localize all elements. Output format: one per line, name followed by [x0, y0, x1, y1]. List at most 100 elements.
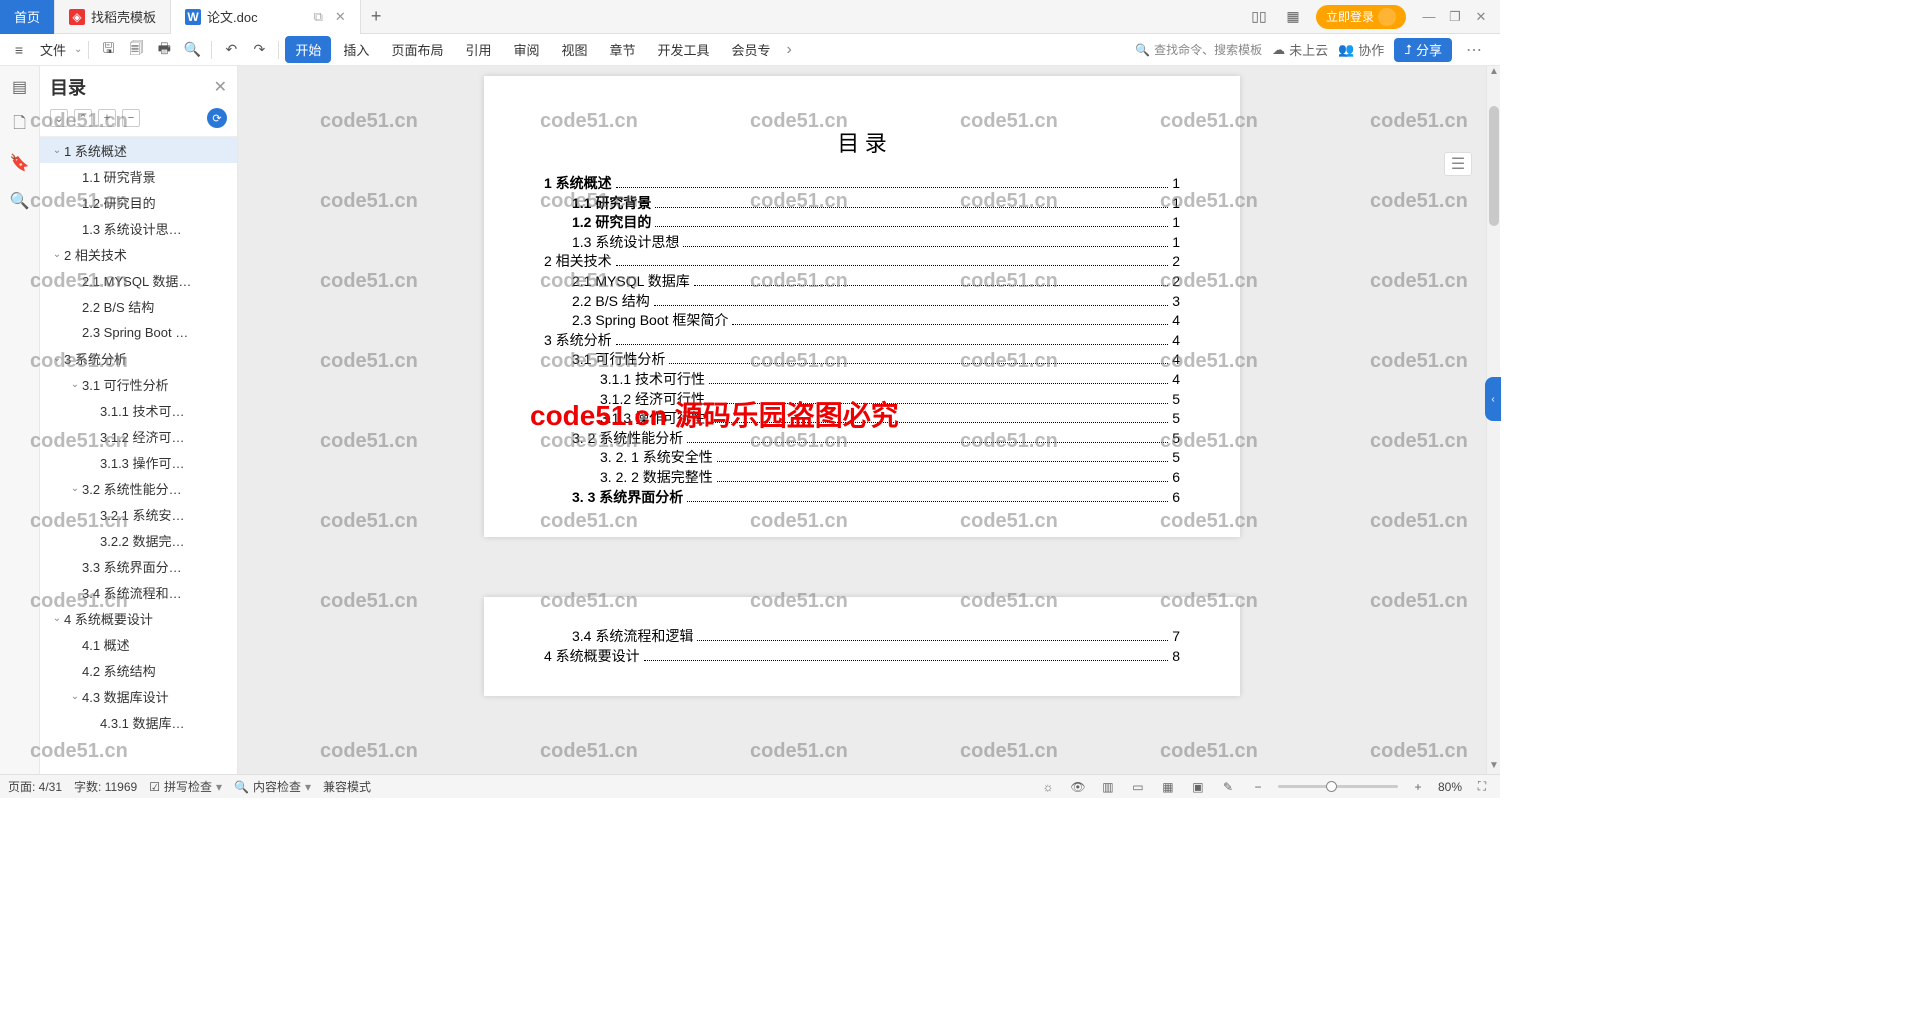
menu-引用[interactable]: 引用	[455, 36, 501, 63]
save-icon[interactable]: 🖫	[95, 37, 121, 63]
toc-item[interactable]: 3.2.2 数据完…	[40, 527, 237, 553]
toc-item[interactable]: ⌄3.1 可行性分析	[40, 371, 237, 397]
toc-item[interactable]: 2.2 B/S 结构	[40, 293, 237, 319]
toc-item[interactable]: 4.1 概述	[40, 631, 237, 657]
menu-插入[interactable]: 插入	[333, 36, 379, 63]
word-count[interactable]: 字数: 11969	[74, 778, 137, 795]
close-button[interactable]: ✕	[1470, 6, 1492, 28]
toc-item[interactable]: ⌄2 相关技术	[40, 241, 237, 267]
minimize-button[interactable]: —	[1418, 6, 1440, 28]
doc-toc-row[interactable]: 3. 2. 2 数据完整性6	[544, 468, 1180, 488]
toc-item[interactable]: 1.1 研究背景	[40, 163, 237, 189]
toc-item[interactable]: 3.1.3 操作可…	[40, 449, 237, 475]
toc-item[interactable]: ⌄4 系统概要设计	[40, 605, 237, 631]
fullscreen-icon[interactable]: ⛶	[1472, 777, 1492, 797]
search-input[interactable]: 🔍 查找命令、搜索模板	[1135, 41, 1262, 58]
undo-icon[interactable]: ↶	[218, 37, 244, 63]
remove-button[interactable]: −	[122, 109, 140, 127]
doc-toc-row[interactable]: 2.3 Spring Boot 框架简介4	[544, 311, 1180, 331]
menu-scroll-right[interactable]: ›	[783, 41, 796, 59]
find-icon[interactable]: 🔍	[7, 188, 33, 214]
page-indicator[interactable]: 页面: 4/31	[8, 778, 62, 795]
doc-toc-row[interactable]: 3 系统分析4	[544, 331, 1180, 351]
toc-item[interactable]: 4.3.1 数据库…	[40, 709, 237, 735]
coop-button[interactable]: 👥协作	[1338, 40, 1384, 59]
toc-item[interactable]: 3.2.1 系统安…	[40, 501, 237, 527]
toc-item[interactable]: ⌄1 系统概述	[40, 137, 237, 163]
tab-close[interactable]: ✕	[335, 9, 346, 25]
view3-icon[interactable]: ▦	[1158, 777, 1178, 797]
doc-toc-row[interactable]: 4 系统概要设计8	[544, 647, 1180, 667]
focus-mode-icon[interactable]: ☼	[1038, 777, 1058, 797]
add-button[interactable]: +	[98, 109, 116, 127]
hamburger-icon[interactable]: ≡	[6, 37, 32, 63]
toc-item[interactable]: 2.3 Spring Boot …	[40, 319, 237, 345]
doc-toc-row[interactable]: 1.2 研究目的1	[544, 213, 1180, 233]
toc-item[interactable]: ⌄3.2 系统性能分…	[40, 475, 237, 501]
new-tab-button[interactable]: +	[361, 6, 392, 27]
toc-item[interactable]: 3.4 系统流程和…	[40, 579, 237, 605]
more-menu[interactable]: ⋯	[1462, 40, 1486, 60]
file-menu[interactable]: 文件	[34, 40, 72, 59]
menu-章节[interactable]: 章节	[600, 36, 646, 63]
collapse-all-button[interactable]: ⌄	[50, 109, 68, 127]
menu-审阅[interactable]: 审阅	[503, 36, 549, 63]
doc-toc-row[interactable]: 3. 2. 1 系统安全性5	[544, 448, 1180, 468]
menu-会员专[interactable]: 会员专	[722, 36, 781, 63]
doc-toc-row[interactable]: 3. 2 系统性能分析5	[544, 429, 1180, 449]
redo-icon[interactable]: ↷	[246, 37, 272, 63]
toc-item[interactable]: 3.1.1 技术可…	[40, 397, 237, 423]
print-icon[interactable]: 🖶	[151, 37, 177, 63]
outline-icon[interactable]: ▤	[7, 74, 33, 100]
doc-toc-row[interactable]: 3. 3 系统界面分析6	[544, 488, 1180, 508]
bookmark-icon[interactable]: 🔖	[7, 150, 33, 176]
doc-toc-row[interactable]: 1 系统概述1	[544, 174, 1180, 194]
view4-icon[interactable]: ▣	[1188, 777, 1208, 797]
apps-icon[interactable]: ▦	[1282, 6, 1304, 28]
page-icon[interactable]: 🗋	[7, 112, 33, 138]
doc-toc-row[interactable]: 3.1.2 经济可行性5	[544, 390, 1180, 410]
toc-item[interactable]: 4.2 系统结构	[40, 657, 237, 683]
edit-mode-icon[interactable]: ✎	[1218, 777, 1238, 797]
contentcheck-toggle[interactable]: 🔍内容检查▾	[234, 778, 311, 795]
doc-toc-row[interactable]: 3.1.3 操作可行性5	[544, 409, 1180, 429]
right-handle[interactable]: ‹	[1485, 377, 1500, 421]
scroll-thumb[interactable]	[1489, 106, 1499, 226]
cloud-status[interactable]: ☁未上云	[1272, 40, 1328, 59]
tab-templates[interactable]: ◈ 找稻壳模板	[55, 0, 171, 34]
zoom-in[interactable]: +	[1408, 777, 1428, 797]
menu-视图[interactable]: 视图	[551, 36, 597, 63]
menu-页面布局[interactable]: 页面布局	[381, 36, 453, 63]
home-tab[interactable]: 首页	[0, 0, 55, 34]
doc-toc-row[interactable]: 2.1 MYSQL 数据库2	[544, 272, 1180, 292]
doc-toc-row[interactable]: 3.4 系统流程和逻辑7	[544, 627, 1180, 647]
saveas-icon[interactable]: 🗐	[123, 37, 149, 63]
toc-item[interactable]: 2.1 MYSQL 数据…	[40, 267, 237, 293]
toc-item[interactable]: 3.1.2 经济可…	[40, 423, 237, 449]
compat-mode[interactable]: 兼容模式	[323, 778, 371, 795]
expand-all-button[interactable]: ⌃	[74, 109, 92, 127]
view2-icon[interactable]: ▭	[1128, 777, 1148, 797]
zoom-slider[interactable]	[1278, 785, 1398, 788]
preview-icon[interactable]: 🔍	[179, 37, 205, 63]
share-button[interactable]: ⮥分享	[1394, 38, 1452, 62]
tab-popup-icon[interactable]: ⧉	[314, 9, 323, 25]
view1-icon[interactable]: ▥	[1098, 777, 1118, 797]
refresh-button[interactable]: ⟳	[207, 108, 227, 128]
maximize-button[interactable]: ❐	[1444, 6, 1466, 28]
zoom-out[interactable]: −	[1248, 777, 1268, 797]
menu-开始[interactable]: 开始	[285, 36, 331, 63]
doc-toc-row[interactable]: 1.1 研究背景1	[544, 194, 1180, 214]
scroll-up[interactable]: ▲	[1487, 66, 1500, 80]
spellcheck-toggle[interactable]: ☑拼写检查▾	[149, 778, 222, 795]
toc-item[interactable]: ⌄4.3 数据库设计	[40, 683, 237, 709]
toc-panel-close[interactable]: ✕	[214, 77, 227, 97]
doc-toc-row[interactable]: 1.3 系统设计思想1	[544, 233, 1180, 253]
toolbox-button[interactable]: ☰	[1444, 152, 1472, 176]
toc-item[interactable]: 3.3 系统界面分…	[40, 553, 237, 579]
tab-document[interactable]: W 论文.doc ⧉ ✕	[171, 0, 361, 34]
menu-开发工具[interactable]: 开发工具	[648, 36, 720, 63]
scroll-down[interactable]: ▼	[1487, 760, 1500, 774]
toc-item[interactable]: 1.2 研究目的	[40, 189, 237, 215]
doc-toc-row[interactable]: 2 相关技术2	[544, 252, 1180, 272]
